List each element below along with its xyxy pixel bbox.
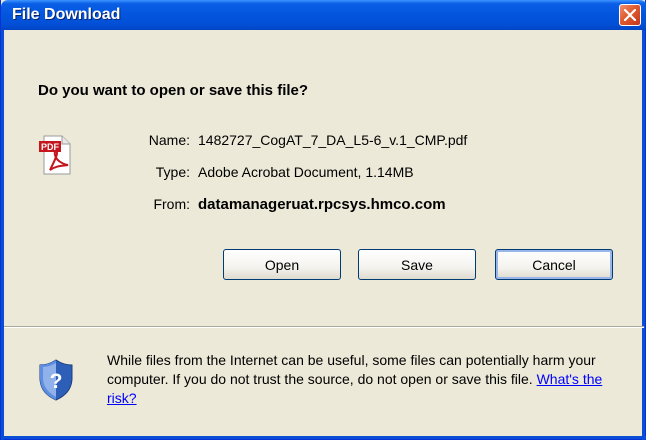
- security-shield-icon: ?: [39, 359, 73, 401]
- window-border-right: [642, 30, 645, 440]
- title-bar[interactable]: File Download: [1, 0, 646, 30]
- file-download-dialog: File Download Do you want to open or sav…: [0, 0, 646, 440]
- file-type-label: Type:: [155, 164, 190, 180]
- close-icon: [624, 9, 636, 21]
- window-border-left: [1, 30, 4, 440]
- file-name-value: 1482727_CogAT_7_DA_L5-6_v.1_CMP.pdf: [198, 132, 468, 148]
- cancel-button[interactable]: Cancel: [495, 249, 613, 280]
- file-type-row: Type: Adobe Acrobat Document, 1.14MB: [138, 164, 414, 180]
- file-source-row: From: datamanageruat.rpcsys.hmco.com: [138, 196, 446, 213]
- svg-text:?: ?: [50, 370, 63, 393]
- file-name-label: Name:: [148, 132, 190, 148]
- warning-text: While files from the Internet can be use…: [107, 352, 596, 387]
- open-button[interactable]: Open: [223, 249, 341, 280]
- pdf-file-icon: PDF: [39, 135, 71, 175]
- file-source-label: From:: [153, 196, 190, 212]
- window-title: File Download: [12, 6, 121, 23]
- file-type-value: Adobe Acrobat Document, 1.14MB: [198, 164, 414, 180]
- window-border-bottom: [1, 436, 646, 439]
- close-button[interactable]: [619, 4, 641, 26]
- file-source-value: datamanageruat.rpcsys.hmco.com: [198, 196, 446, 213]
- dialog-question: Do you want to open or save this file?: [38, 82, 309, 99]
- file-name-row: Name: 1482727_CogAT_7_DA_L5-6_v.1_CMP.pdf: [138, 132, 468, 148]
- security-warning: While files from the Internet can be use…: [107, 351, 632, 408]
- save-button[interactable]: Save: [358, 249, 476, 280]
- divider: [4, 326, 644, 328]
